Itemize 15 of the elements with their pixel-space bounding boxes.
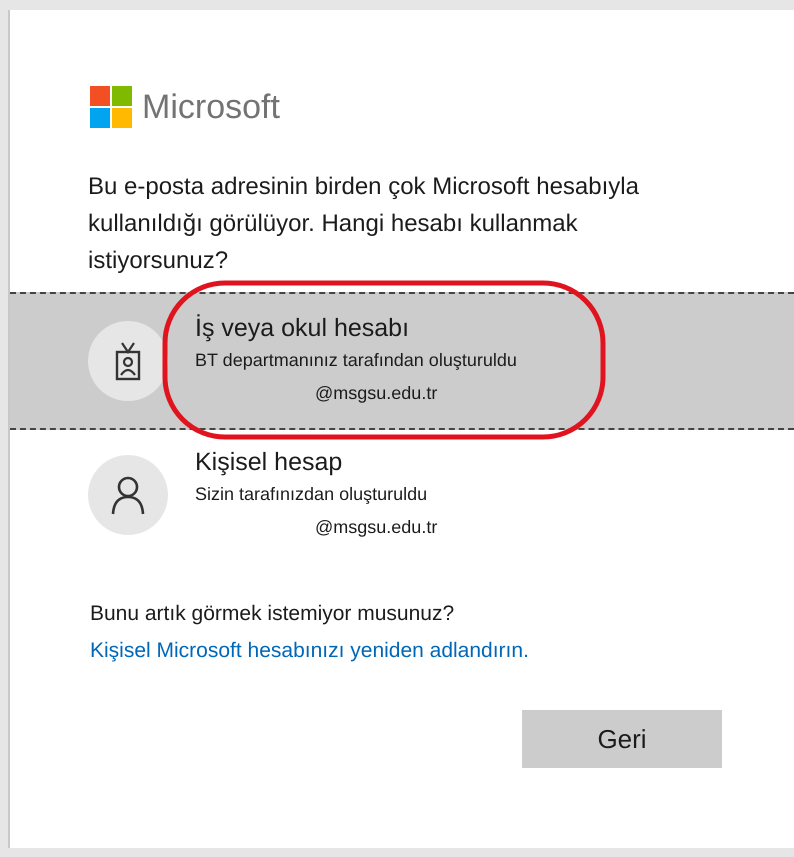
account-option[interactable]: İş veya okul hesabı BT departmanınız tarafından oluşturuldu @msgsu.edu.tr bbox=[10, 292, 794, 430]
prompt-text: Bu e-posta adresinin birden çok Microsoft hesabıyla kullanıldığı görülüyor. Hangi hesabı kullanmak istiyorsunuz? bbox=[88, 172, 640, 276]
logo-icon bbox=[90, 86, 132, 128]
account-email: @msgsu.edu.tr bbox=[314, 516, 438, 539]
account-email: @msgsu.edu.tr bbox=[314, 382, 438, 405]
rename-link[interactable]: Kişisel Microsoft hesabınızı yeniden adlandırın. bbox=[90, 639, 529, 662]
account-subtitle: BT departmanınız tarafından oluşturuldu bbox=[195, 349, 517, 372]
account-title: Kişisel hesap bbox=[195, 447, 344, 478]
brand-name: Microsoft bbox=[142, 87, 280, 127]
account-title: İş veya okul hesabı bbox=[195, 313, 410, 344]
person-icon bbox=[110, 475, 146, 515]
back-button[interactable]: Geri bbox=[522, 710, 722, 768]
footer-text: Bunu artık görmek istemiyor musunuz? Kişisel Microsoft hesabınızı yeniden adlandırın. bbox=[90, 601, 530, 664]
account-subtitle: Sizin tarafınızdan oluşturuldu bbox=[195, 483, 428, 506]
badge-icon bbox=[113, 341, 143, 381]
